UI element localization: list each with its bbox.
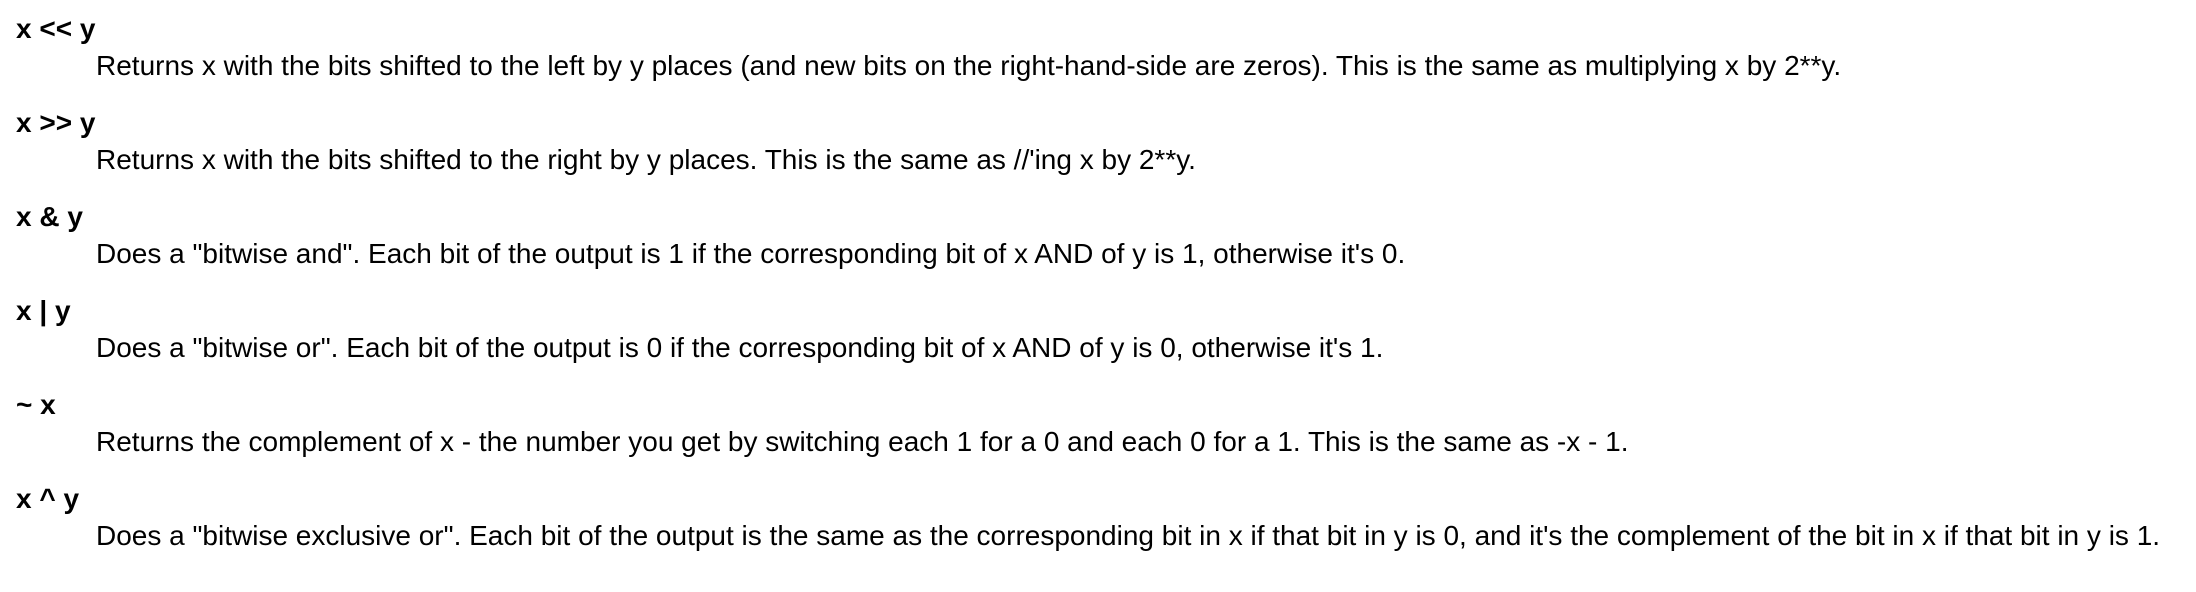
operator-term-right-shift: x >> y bbox=[16, 107, 96, 138]
operator-description-bitwise-and: Does a "bitwise and". Each bit of the ou… bbox=[96, 238, 1406, 269]
document-page: x << y Returns x with the bits shifted t… bbox=[0, 0, 2196, 592]
operator-term-left-shift: x << y bbox=[16, 13, 96, 44]
operator-description-right-shift: Returns x with the bits shifted to the r… bbox=[96, 144, 1196, 175]
operator-term-complement: ~ x bbox=[16, 389, 56, 420]
operator-term-bitwise-or: x | y bbox=[16, 295, 71, 326]
operator-description-left-shift: Returns x with the bits shifted to the l… bbox=[96, 50, 1842, 81]
operator-definition-list: x << y Returns x with the bits shifted t… bbox=[16, 12, 2196, 556]
operator-description-complement: Returns the complement of x - the number… bbox=[96, 426, 1629, 457]
operator-description-bitwise-xor: Does a "bitwise exclusive or". Each bit … bbox=[96, 520, 2161, 551]
operator-term-bitwise-and: x & y bbox=[16, 201, 83, 232]
operator-term-bitwise-xor: x ^ y bbox=[16, 483, 80, 514]
operator-description-bitwise-or: Does a "bitwise or". Each bit of the out… bbox=[96, 332, 1384, 363]
